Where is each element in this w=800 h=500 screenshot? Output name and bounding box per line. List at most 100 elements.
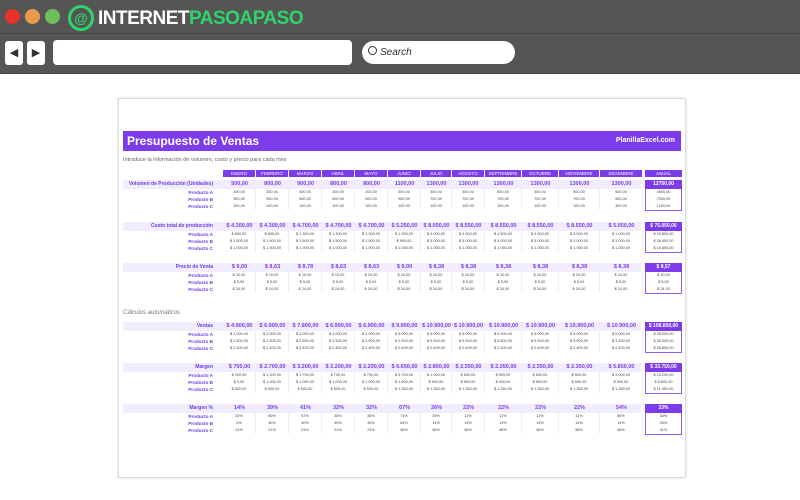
cell[interactable]: $ 10.900,00	[452, 322, 485, 331]
cell[interactable]: 22%	[485, 404, 522, 413]
cell[interactable]: 20%	[223, 413, 256, 420]
cell[interactable]: 56%	[522, 427, 559, 434]
annual-cell[interactable]: 7000,00	[645, 196, 682, 203]
cell[interactable]: $ 1.050,00	[600, 245, 643, 252]
cell[interactable]: $ 5,00	[256, 279, 289, 286]
annual-cell[interactable]: $ 10,00	[645, 272, 682, 279]
cell[interactable]: 800,00	[322, 180, 355, 189]
cell[interactable]: $ 10.900,00	[485, 322, 522, 331]
cell[interactable]: $ 500,00	[522, 372, 559, 379]
cell[interactable]: $ 4.700,00	[289, 222, 322, 231]
cell[interactable]: $ 10.900,00	[600, 322, 643, 331]
cell[interactable]: $ 5.000,00	[485, 331, 522, 338]
cell[interactable]: $ 1.500,00	[289, 238, 322, 245]
cell[interactable]: $ 2.400,00	[388, 345, 421, 352]
annual-cell[interactable]: $ 29.800,00	[645, 231, 682, 238]
cell[interactable]: $ 500,00	[559, 372, 600, 379]
cell[interactable]: $ 2.400,00	[559, 345, 600, 352]
cell[interactable]: $ 2.500,00	[388, 338, 421, 345]
cell[interactable]: 14%	[421, 420, 452, 427]
cell[interactable]: $ 1.050,00	[421, 245, 452, 252]
annual-cell[interactable]: 4500,00	[645, 189, 682, 196]
cell[interactable]: $ 24,00	[289, 286, 322, 293]
cell[interactable]: $ 1.000,00	[322, 379, 355, 386]
cell[interactable]: $ 2.400,00	[485, 345, 522, 352]
cell[interactable]: $ 2.000,00	[256, 331, 289, 338]
cell[interactable]: $ 2.400,00	[322, 345, 355, 352]
cell[interactable]: 67%	[388, 404, 421, 413]
annual-cell[interactable]: $ 33.750,00	[645, 363, 682, 372]
cell[interactable]: 39%	[256, 404, 289, 413]
cell[interactable]: $ 3.500,00	[600, 338, 643, 345]
cell[interactable]: 56%	[421, 427, 452, 434]
cell[interactable]: $ 8,38	[522, 263, 559, 272]
cell[interactable]: 100,00	[522, 203, 559, 210]
cell[interactable]: $ 3.500,00	[421, 338, 452, 345]
cell[interactable]: 500,00	[322, 196, 355, 203]
cell[interactable]: $ 4.700,00	[322, 222, 355, 231]
cell[interactable]: 500,00	[452, 189, 485, 196]
cell[interactable]: $ 1.350,00	[485, 386, 522, 393]
cell[interactable]: 14%	[559, 420, 600, 427]
cell[interactable]: $ 1.050,00	[452, 245, 485, 252]
cell[interactable]: $ 2.500,00	[322, 338, 355, 345]
cell[interactable]: $ 8,78	[289, 263, 322, 272]
cell[interactable]: $ 24,00	[522, 286, 559, 293]
cell[interactable]: $ 5,00	[388, 279, 421, 286]
cell[interactable]: $ 1.300,00	[289, 231, 322, 238]
cell[interactable]: 500,00	[289, 196, 322, 203]
cell[interactable]: $ 1.000,00	[289, 245, 322, 252]
cell[interactable]: $ 3.700,00	[388, 372, 421, 379]
cell[interactable]: $ 900,00	[388, 238, 421, 245]
cell[interactable]: $ 1.500,00	[322, 238, 355, 245]
cell[interactable]: $ 4.700,00	[355, 222, 388, 231]
cell[interactable]: 22%	[522, 404, 559, 413]
cell[interactable]: 900,00	[289, 180, 322, 189]
cell[interactable]: $ 8,38	[485, 263, 522, 272]
cell[interactable]: $ 800,00	[223, 231, 256, 238]
cell[interactable]: $ 2.400,00	[452, 345, 485, 352]
cell[interactable]: $ 3.500,00	[452, 338, 485, 345]
cell[interactable]: 300,00	[289, 189, 322, 196]
cell[interactable]: $ 1.000,00	[256, 379, 289, 386]
cell[interactable]: $ 24,00	[452, 286, 485, 293]
cell[interactable]: 21%	[355, 427, 388, 434]
cell[interactable]: $ 24,00	[485, 286, 522, 293]
cell[interactable]: $ 24,00	[256, 286, 289, 293]
cell[interactable]: 100,00	[256, 203, 289, 210]
cell[interactable]: 32%	[355, 404, 388, 413]
cell[interactable]: $ 10,00	[522, 272, 559, 279]
cell[interactable]: $ 10,00	[600, 272, 643, 279]
cell[interactable]: $ 1.050,00	[559, 245, 600, 252]
cell[interactable]: $ 200,00	[223, 372, 256, 379]
cell[interactable]: $ 1.000,00	[355, 245, 388, 252]
cell[interactable]: 1300,00	[559, 180, 600, 189]
cell[interactable]: $ 2.200,00	[355, 363, 388, 372]
cell[interactable]: 200,00	[355, 189, 388, 196]
cell[interactable]: $ 5.000,00	[452, 331, 485, 338]
cell[interactable]: 500,00	[559, 189, 600, 196]
cell[interactable]: $ 5,00	[421, 279, 452, 286]
cell[interactable]: $ 6.900,00	[355, 322, 388, 331]
cell[interactable]: $ 1.200,00	[256, 372, 289, 379]
cell[interactable]: 500,00	[421, 189, 452, 196]
cell[interactable]: $ 4.300,00	[256, 222, 289, 231]
cell[interactable]: 20%	[421, 413, 452, 420]
cell[interactable]: 56%	[485, 427, 522, 434]
cell[interactable]: $ 700,00	[322, 372, 355, 379]
cell[interactable]: 100,00	[223, 203, 256, 210]
cell[interactable]: $ 500,00	[522, 379, 559, 386]
cell[interactable]: 21%	[289, 427, 322, 434]
cell[interactable]: $ 8.550,00	[485, 222, 522, 231]
annual-cell[interactable]: 41%	[645, 427, 682, 435]
annual-cell[interactable]: 34%	[645, 413, 682, 420]
annual-cell[interactable]: $ 28.800,00	[645, 345, 682, 353]
cell[interactable]: 1300,00	[600, 180, 643, 189]
cell[interactable]: $ 2.400,00	[421, 345, 452, 352]
cell[interactable]: $ 5,00	[223, 279, 256, 286]
cell[interactable]: $ 2.500,00	[289, 338, 322, 345]
cell[interactable]: $ 500,00	[452, 379, 485, 386]
cell[interactable]: 1300,00	[485, 180, 522, 189]
cell[interactable]: 100,00	[485, 203, 522, 210]
cell[interactable]: $ 500,00	[223, 386, 256, 393]
